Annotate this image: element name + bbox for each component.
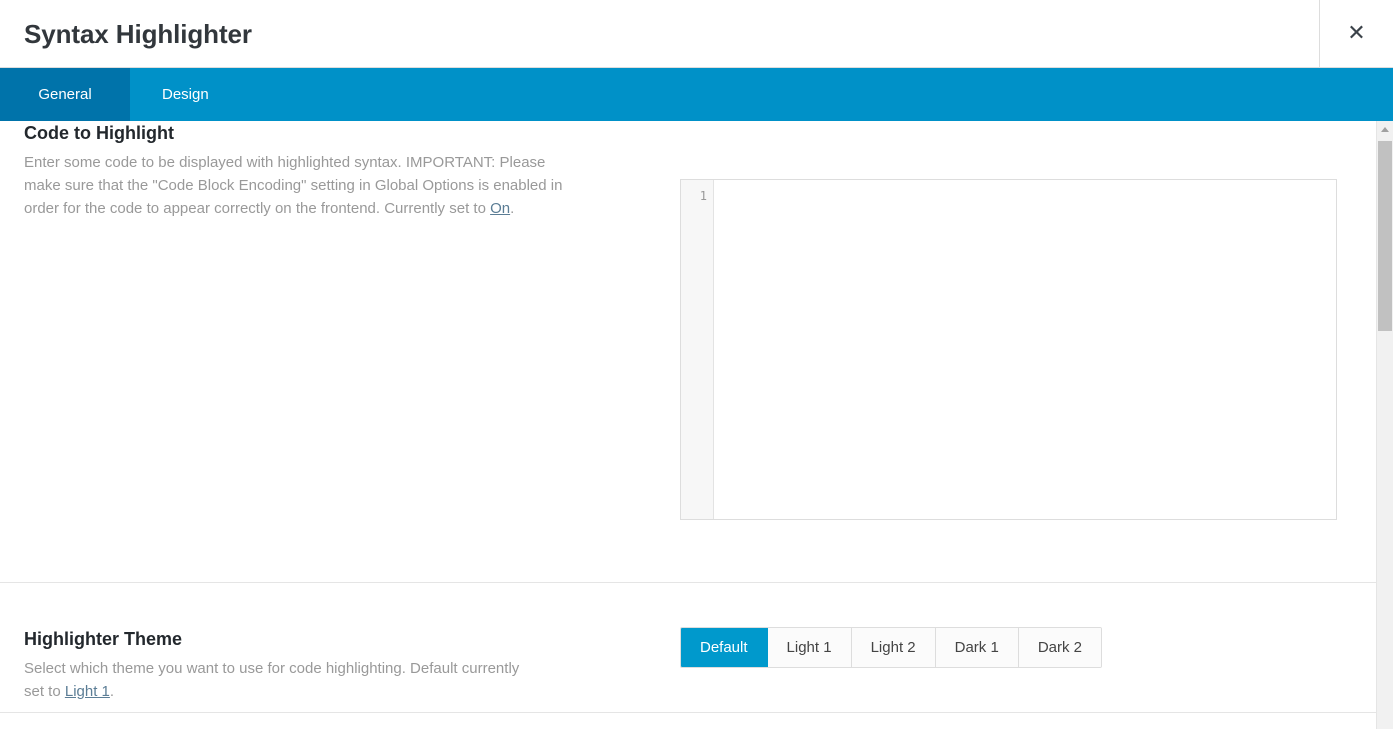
setting-row-highlighter-theme: Highlighter Theme Select which theme you… (0, 583, 1376, 713)
code-editor-line-number: 1 (699, 189, 707, 203)
close-button[interactable]: ✕ (1320, 0, 1393, 68)
tab-general-label: General (38, 86, 92, 103)
code-row-field: 1 (680, 179, 1376, 520)
scrollbar-thumb[interactable] (1378, 141, 1392, 331)
code-row-description: Enter some code to be displayed with hig… (24, 151, 564, 220)
code-row-title: Code to Highlight (24, 123, 174, 143)
page-title: Syntax Highlighter (24, 19, 252, 49)
settings-content: Code to Highlight Enter some code to be … (0, 121, 1376, 729)
tab-bar: General Design (0, 68, 1393, 131)
syntax-highlighter-modal: Syntax Highlighter ✕ General Design Code… (0, 0, 1393, 729)
theme-option-light-1[interactable]: Light 1 (767, 628, 852, 667)
theme-option-dark-1[interactable]: Dark 1 (935, 628, 1019, 667)
setting-row-code-to-highlight: Code to Highlight Enter some code to be … (0, 121, 1376, 583)
code-block-encoding-link[interactable]: On (490, 200, 510, 217)
close-icon: ✕ (1347, 21, 1366, 46)
scroll-up-button[interactable] (1377, 121, 1393, 138)
theme-desc-text-2: . (109, 683, 115, 700)
tab-design-label: Design (162, 86, 209, 103)
tab-general[interactable]: General (0, 68, 130, 131)
theme-button-group: Default Light 1 Light 2 Dark 1 Dark 2 (680, 627, 1102, 668)
theme-row-title: Highlighter Theme (24, 629, 183, 649)
theme-option-dark-2[interactable]: Dark 2 (1018, 628, 1101, 667)
code-row-label: Code to Highlight Enter some code to be … (24, 121, 624, 220)
theme-row-field: Default Light 1 Light 2 Dark 1 Dark 2 (680, 627, 1376, 668)
code-desc-text-2: . (510, 200, 515, 217)
code-editor-textarea[interactable] (715, 180, 1336, 519)
theme-row-description: Select which theme you want to use for c… (24, 657, 524, 703)
theme-row-label: Highlighter Theme Select which theme you… (24, 627, 624, 703)
default-theme-link[interactable]: Light 1 (65, 683, 110, 700)
modal-header: Syntax Highlighter ✕ (0, 0, 1393, 68)
theme-option-light-2[interactable]: Light 2 (851, 628, 936, 667)
code-editor[interactable]: 1 (680, 179, 1337, 520)
tab-design[interactable]: Design (130, 68, 241, 121)
code-editor-gutter: 1 (681, 180, 714, 519)
scroll-up-arrow-icon (1381, 127, 1389, 132)
code-desc-text-1: Enter some code to be displayed with hig… (24, 154, 563, 217)
theme-option-default[interactable]: Default (681, 628, 768, 667)
vertical-scrollbar[interactable] (1376, 121, 1393, 729)
